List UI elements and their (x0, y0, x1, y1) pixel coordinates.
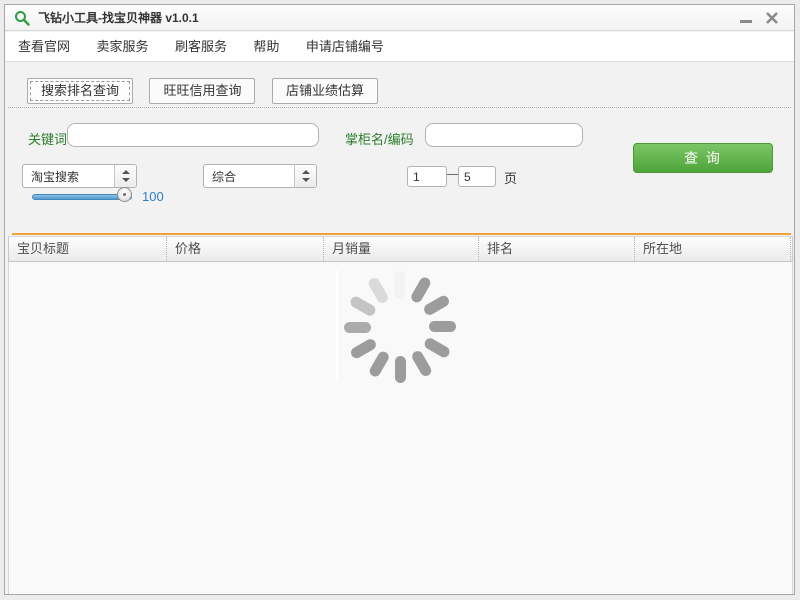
screen: 飞钻小工具-找宝贝神器 v1.0.1 查看官网 卖家服务 刷客服务 帮助 申请店… (0, 0, 800, 600)
spinner-bar (409, 275, 433, 305)
window-title: 飞钻小工具-找宝贝神器 v1.0.1 (38, 11, 199, 25)
table-header-row: 宝贝标题 价格 月销量 排名 所在地 (8, 236, 793, 262)
column-header-price[interactable]: 价格 (166, 237, 323, 261)
arrow-up-icon (122, 170, 130, 174)
minimize-icon (740, 20, 752, 23)
sort-order-select[interactable]: 综合 (203, 164, 317, 188)
spinner-bar (422, 293, 451, 317)
column-header-monthly-sales[interactable]: 月销量 (323, 237, 478, 261)
search-icon (15, 11, 30, 26)
tab-search-rank-query[interactable]: 搜索排名查询 (27, 78, 134, 104)
spinner-bar (348, 294, 378, 318)
search-source-value: 淘宝搜索 (31, 169, 80, 184)
spinner-bar (349, 337, 378, 361)
query-button[interactable]: 查 询 (633, 143, 773, 173)
title-bar: 飞钻小工具-找宝贝神器 v1.0.1 (5, 5, 794, 31)
menu-item-brusher-services[interactable]: 刷客服务 (164, 32, 238, 61)
keyword-input[interactable] (67, 123, 319, 147)
tab-wangwang-credit-query[interactable]: 旺旺信用查询 (149, 78, 256, 104)
menu-item-seller-services[interactable]: 卖家服务 (85, 32, 159, 61)
shop-name-label: 掌柜名/编码 (345, 132, 414, 147)
menu-item-help[interactable]: 帮助 (242, 32, 290, 61)
shop-name-input[interactable] (425, 123, 583, 147)
close-icon (766, 12, 778, 24)
minimize-button[interactable] (732, 5, 760, 31)
updown-arrows-icon (114, 165, 136, 187)
arrow-down-icon (122, 178, 130, 182)
spinner-bar (344, 322, 371, 333)
spinner-bar (367, 349, 391, 379)
spinner-bar (410, 349, 434, 378)
column-header-item-title[interactable]: 宝贝标题 (9, 237, 166, 261)
tab-divider (8, 107, 791, 108)
column-gridline (336, 270, 338, 382)
page-from-input[interactable] (407, 166, 447, 187)
page-unit-label: 页 (504, 171, 518, 186)
menu-bar: 查看官网 卖家服务 刷客服务 帮助 申请店铺编号 (5, 32, 794, 62)
page-to-input[interactable] (458, 166, 496, 187)
keyword-label: 关键词 (28, 132, 68, 147)
table-accent-line (12, 233, 791, 235)
spinner-bar (422, 336, 452, 360)
table-body (8, 262, 793, 594)
result-count-slider-thumb[interactable] (117, 187, 132, 202)
tab-shop-performance-estimate[interactable]: 店铺业绩估算 (271, 78, 378, 104)
column-header-location[interactable]: 所在地 (634, 237, 791, 261)
main-content: 搜索排名查询 旺旺信用查询 店铺业绩估算 关键词 掌柜名/编码 查 询 淘宝搜索… (5, 63, 794, 594)
column-header-rank[interactable]: 排名 (478, 237, 634, 261)
updown-arrows-icon (294, 165, 316, 187)
arrow-down-icon (302, 178, 310, 182)
close-button[interactable] (758, 5, 786, 31)
spinner-bar (366, 276, 390, 305)
spinner-bar (429, 321, 456, 332)
tab-bar: 搜索排名查询 旺旺信用查询 店铺业绩估算 (27, 78, 390, 104)
arrow-up-icon (302, 170, 310, 174)
sort-order-value: 综合 (212, 169, 237, 184)
spinner-bar (394, 271, 405, 298)
slider-value: 100 (142, 189, 164, 204)
app-window: 飞钻小工具-找宝贝神器 v1.0.1 查看官网 卖家服务 刷客服务 帮助 申请店… (4, 4, 795, 595)
menu-item-official-site[interactable]: 查看官网 (7, 32, 81, 61)
menu-item-apply-shop-code[interactable]: 申请店铺编号 (295, 32, 395, 61)
spinner-icon (342, 269, 458, 385)
spinner-bar (395, 356, 406, 383)
search-source-select[interactable]: 淘宝搜索 (22, 164, 137, 188)
